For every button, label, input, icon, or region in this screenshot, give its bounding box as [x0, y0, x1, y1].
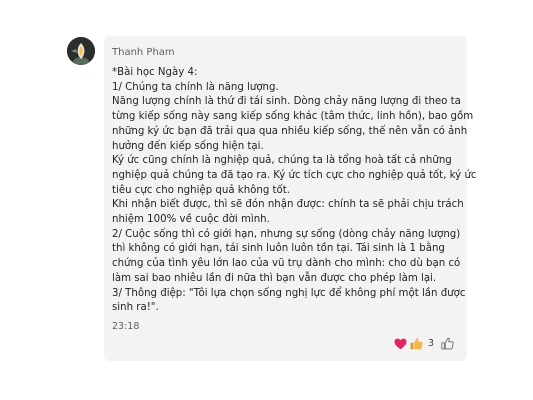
message-line: làm sai bao nhiêu lần đi nữa thì bạn vẫn…	[112, 272, 437, 284]
reactions-bar[interactable]: 3	[394, 337, 454, 350]
message-line: Ký ức cũng chính là nghiệp quả, chúng ta…	[112, 155, 452, 167]
message-line: chứng của tình yêu lớn lao của vũ trụ dà…	[112, 258, 461, 270]
like-button[interactable]	[441, 337, 454, 350]
message-line: những ký ức bạn đã trải qua qua nhiều ki…	[112, 125, 468, 137]
message-line: nhiệm 100% về cuộc đời mình.	[112, 214, 270, 226]
message-line: 2/ Cuộc sống thì có giới hạn, nhưng sự s…	[112, 228, 461, 240]
message-text: *Bài học Ngày 4: 1/ Chúng ta chính là nă…	[112, 66, 477, 316]
message-line: tiêu cực cho nghiệp quả không tốt.	[112, 184, 291, 196]
avatar[interactable]	[67, 37, 95, 65]
thumbs-up-outline-icon	[441, 337, 454, 350]
message-line: Năng lượng chính là thứ đi tái sinh. Dòn…	[112, 96, 461, 108]
message-line: từng kiếp sống này sang kiếp sống khác (…	[112, 111, 474, 123]
message-line: hưởng đến kiếp sống hiện tại.	[112, 140, 264, 152]
message-line: 1/ Chúng ta chính là năng lượng.	[112, 81, 279, 93]
message-line: sinh ra!".	[112, 302, 159, 314]
sender-name: Thanh Pham	[112, 47, 175, 58]
message-line: *Bài học Ngày 4:	[112, 67, 198, 78]
message-line: nghiệp quả chúng ta đã tạo ra. Ký ức tíc…	[112, 169, 477, 181]
message-line: Khi nhận biết được, thì sẽ đón nhận được…	[112, 199, 464, 211]
heart-icon[interactable]	[394, 338, 407, 350]
message-line: thì không có giới hạn, tái sinh luôn luô…	[112, 243, 445, 255]
message-bubble: Thanh Pham *Bài học Ngày 4: 1/ Chúng ta …	[104, 36, 477, 361]
message-line: 3/ Thông điệp: "Tôi lựa chọn sống nghị l…	[112, 287, 466, 299]
thumbs-up-icon[interactable]	[410, 337, 423, 350]
reaction-count: 3	[428, 338, 435, 349]
message-timestamp: 23:18	[112, 321, 140, 332]
